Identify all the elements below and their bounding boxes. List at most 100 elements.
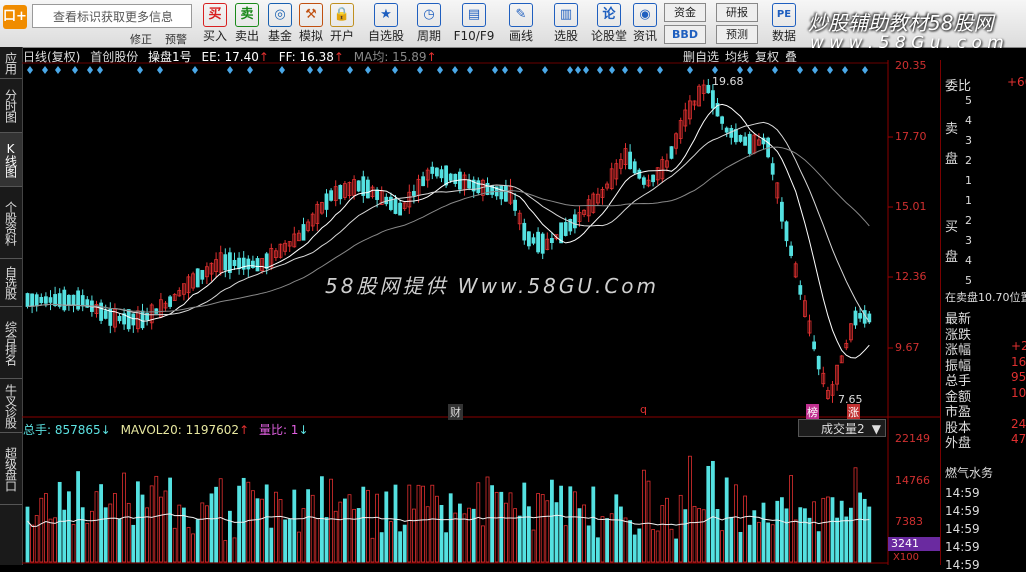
volume-bar bbox=[757, 521, 761, 563]
volume-bar bbox=[798, 507, 803, 563]
volume-bar bbox=[255, 498, 260, 563]
price-tick-label: 20.35 bbox=[895, 59, 927, 72]
volume-bar bbox=[416, 484, 421, 563]
app-logo-icon[interactable]: 口+ bbox=[3, 5, 27, 29]
candle-body bbox=[425, 169, 430, 181]
dropdown-arrow-icon: ▼ bbox=[871, 422, 881, 436]
sidebar-item-2[interactable]: K线图 bbox=[0, 133, 22, 187]
candle-body bbox=[361, 176, 366, 196]
volume-bar bbox=[25, 506, 30, 563]
fund-button[interactable]: 资金 BBD bbox=[662, 0, 708, 47]
toolbar-button-5[interactable]: ★ 自选股 bbox=[366, 0, 406, 47]
volume-bar bbox=[849, 507, 853, 563]
signal-diamond bbox=[567, 66, 573, 74]
volume-bar bbox=[550, 479, 554, 563]
toolbar-button-9[interactable]: ▥ 选股 bbox=[546, 0, 586, 47]
signal-diamond bbox=[227, 66, 233, 74]
volume-bar bbox=[315, 517, 320, 563]
indicator-name[interactable]: 操盘1号 bbox=[148, 50, 192, 64]
volume-bar bbox=[209, 493, 214, 563]
chart-tab-1[interactable]: 均线 bbox=[725, 50, 749, 64]
toolbar-button-4[interactable]: 🔒 开户 bbox=[327, 0, 357, 47]
sidebar-item-5[interactable]: 综合排名 bbox=[0, 307, 22, 379]
toolbar-icon: ✎ bbox=[509, 3, 533, 27]
alert-button[interactable]: 预警 bbox=[165, 31, 187, 47]
candle-body bbox=[117, 315, 122, 322]
volume-bar bbox=[623, 517, 628, 563]
sidebar-item-3[interactable]: 个股资料 bbox=[0, 187, 22, 259]
candle-body bbox=[80, 295, 85, 307]
candle-body bbox=[85, 299, 90, 308]
chart-options: 删自选 均线 复权叠 bbox=[683, 48, 803, 65]
toolbar-button-0[interactable]: 买买入 bbox=[200, 0, 230, 47]
volume-bar bbox=[480, 525, 485, 563]
volume-bar bbox=[250, 490, 255, 563]
pe-data-button[interactable]: PE 数据 bbox=[766, 0, 802, 47]
sidebar-item-0[interactable]: 应用 bbox=[0, 47, 22, 79]
volume-indicator-select[interactable]: 成交量2 ▼ bbox=[798, 419, 886, 437]
volume-bar bbox=[747, 524, 752, 563]
candle-body bbox=[706, 84, 711, 94]
rise-marker[interactable]: 涨 bbox=[847, 404, 860, 420]
rank-marker[interactable]: 榜 bbox=[806, 404, 819, 420]
candle-body bbox=[812, 341, 816, 350]
indicator-bar: 日线(复权) 首创股份 操盘1号 EE: 17.40↑ FF: 16.38↑ M… bbox=[23, 48, 443, 64]
volume-bar bbox=[665, 497, 669, 563]
toolbar-button-2[interactable]: ◎ 基金 bbox=[265, 0, 295, 47]
volume-tick-label: 22149 bbox=[895, 432, 930, 445]
candle-body bbox=[839, 355, 844, 364]
signal-diamond bbox=[712, 66, 718, 74]
search-input[interactable]: 查看标识获取更多信息 bbox=[32, 4, 192, 28]
volume-bar bbox=[283, 519, 288, 563]
candle-body bbox=[448, 173, 453, 181]
toolbar-button-1[interactable]: 卖卖出 bbox=[232, 0, 262, 47]
candle-body bbox=[642, 177, 646, 185]
candle-body bbox=[503, 185, 508, 202]
candle-body bbox=[734, 129, 738, 143]
volume-bar bbox=[241, 477, 246, 563]
toolbar-button-10[interactable]: 论论股堂 bbox=[589, 0, 629, 47]
toolbar-icon: ⚒ bbox=[299, 3, 323, 27]
volume-bar bbox=[269, 527, 274, 563]
q-marker[interactable]: q bbox=[640, 403, 647, 416]
chart-tab-3[interactable]: 叠 bbox=[785, 50, 797, 64]
toolbar-button-3[interactable]: ⚒ 模拟 bbox=[296, 0, 326, 47]
volume-bar bbox=[527, 506, 531, 563]
finance-marker[interactable]: 财 bbox=[448, 404, 463, 420]
candle-body bbox=[108, 308, 113, 326]
chart-tab-0[interactable]: 删自选 bbox=[683, 50, 719, 64]
toolbar-button-6[interactable]: ◷ 周期 bbox=[409, 0, 449, 47]
volume-bar bbox=[365, 489, 370, 563]
period-label[interactable]: 日线(复权) bbox=[23, 50, 80, 64]
toolbar-button-8[interactable]: ✎ 画线 bbox=[499, 0, 543, 47]
volume-bar bbox=[306, 489, 311, 563]
signal-diamond bbox=[347, 66, 353, 74]
candle-body bbox=[715, 103, 720, 117]
chart-tab-2[interactable]: 复权 bbox=[755, 50, 779, 64]
volume-bar bbox=[540, 494, 545, 563]
candle-body bbox=[784, 221, 789, 242]
sidebar-item-6[interactable]: 牛叉诊股 bbox=[0, 379, 22, 433]
forecast-button[interactable]: 预测 bbox=[716, 25, 758, 44]
sidebar-item-7[interactable]: 超级盘口 bbox=[0, 433, 22, 505]
candle-body bbox=[53, 294, 57, 306]
buy-side-label: 买 bbox=[945, 220, 959, 235]
toolbar-label: 基金 bbox=[267, 29, 292, 43]
volume-bar bbox=[260, 498, 265, 563]
candle-body bbox=[172, 293, 177, 301]
toolbar-icon: ★ bbox=[374, 3, 398, 27]
sidebar-item-4[interactable]: 自选股 bbox=[0, 259, 22, 307]
fix-button[interactable]: 修正 bbox=[130, 31, 152, 47]
bbd-button[interactable]: BBD bbox=[664, 25, 706, 44]
sell-level: 2 bbox=[965, 154, 972, 167]
toolbar-button-7[interactable]: ▤ F10/F9 bbox=[452, 0, 496, 47]
research-button[interactable]: 研报 预测 bbox=[714, 0, 760, 47]
volume-bar bbox=[688, 455, 692, 563]
volume-bar bbox=[57, 481, 62, 563]
volume-bar bbox=[609, 513, 614, 563]
sidebar-item-1[interactable]: 分时图 bbox=[0, 79, 22, 133]
candle-body bbox=[665, 160, 669, 168]
volume-bar bbox=[858, 492, 862, 563]
toolbar-button-11[interactable]: ◉ 资讯 bbox=[630, 0, 660, 47]
candle-body bbox=[858, 313, 862, 319]
